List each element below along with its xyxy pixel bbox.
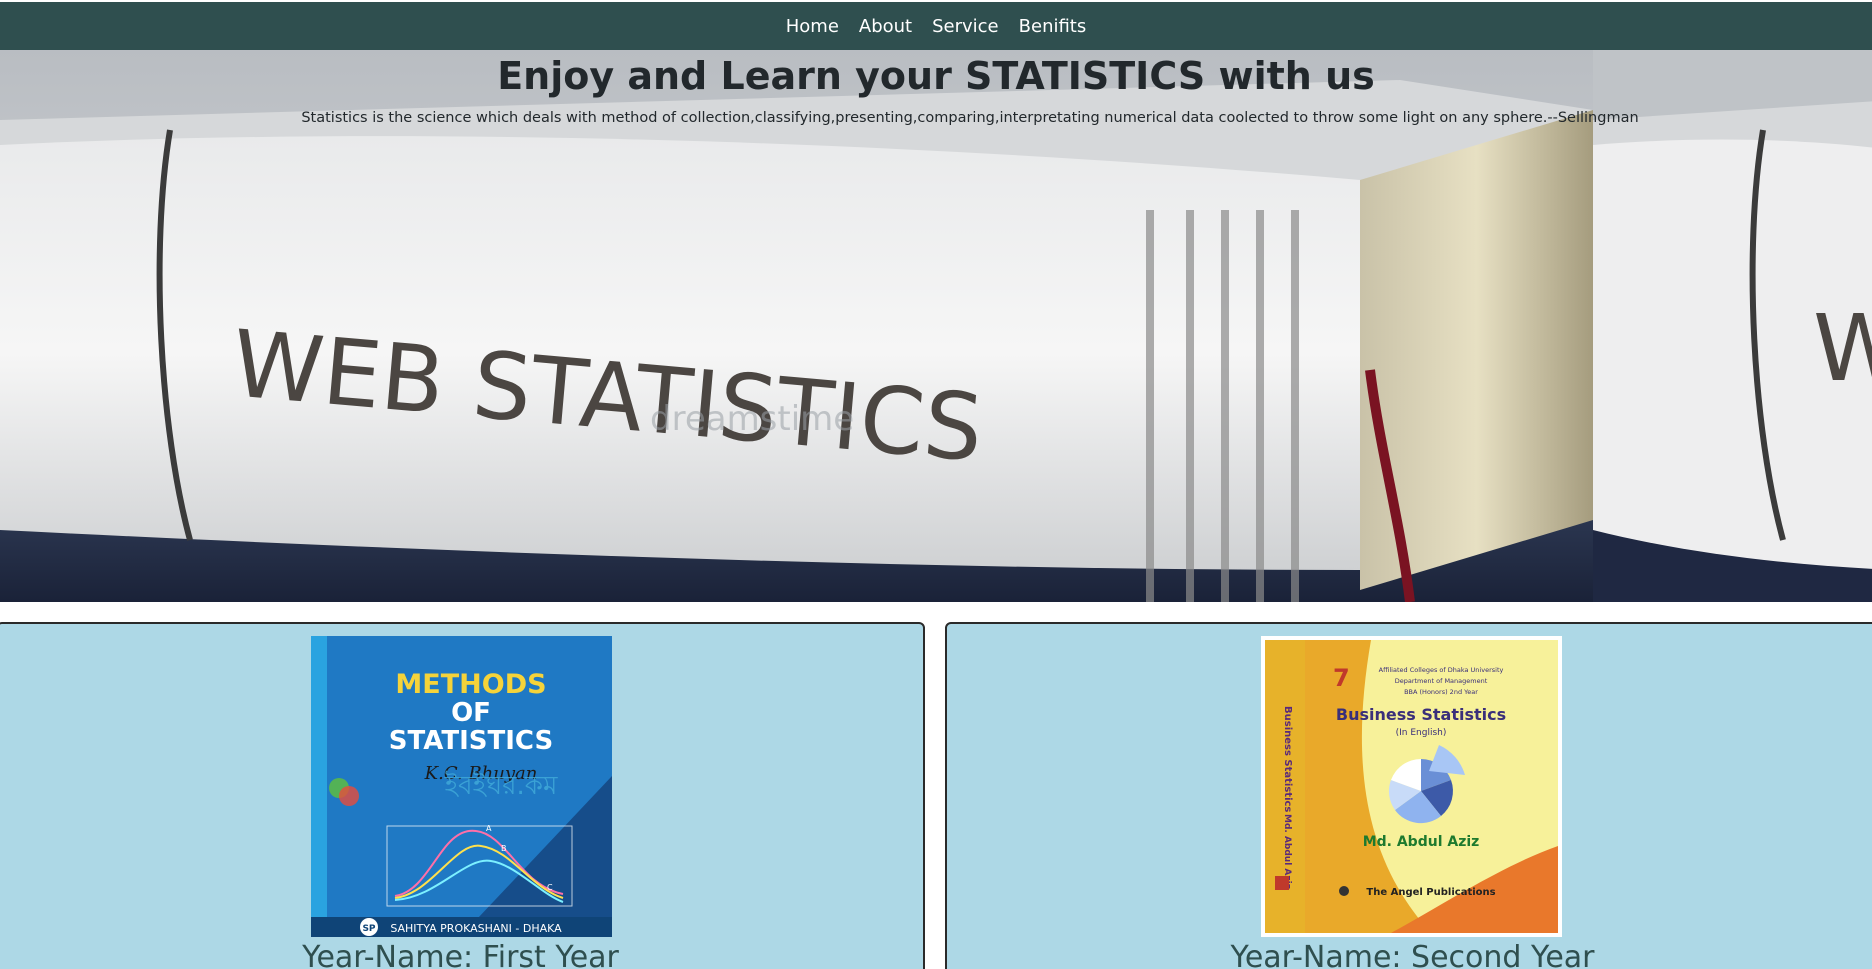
svg-text:ইবইঘর.কম: ইবইঘর.কম bbox=[444, 770, 558, 801]
watermark-text: dreamstime bbox=[650, 399, 854, 439]
year-name-label: Year-Name: First Year bbox=[302, 940, 619, 969]
nav-benifits-link[interactable]: Benifits bbox=[1019, 16, 1087, 37]
hero-book-image-repeat: W bbox=[1593, 50, 1872, 602]
svg-text:STATISTICS: STATISTICS bbox=[389, 726, 553, 756]
svg-text:7: 7 bbox=[1333, 664, 1350, 692]
hero-title: Enjoy and Learn your STATISTICS with us bbox=[497, 54, 1375, 98]
svg-text:SP: SP bbox=[362, 924, 375, 934]
year-card-first[interactable]: METHODS OF STATISTICS K.C. Bhuyan ইবইঘর.… bbox=[0, 622, 925, 969]
nav-about-link[interactable]: About bbox=[859, 16, 912, 37]
svg-text:W: W bbox=[1813, 295, 1872, 402]
nav-home-link[interactable]: Home bbox=[786, 16, 839, 37]
year-name-label: Year-Name: Second Year bbox=[1230, 940, 1595, 969]
book-cover-business-statistics: Business Statistics Md. Abdul Aziz 7 Aff… bbox=[1261, 636, 1562, 937]
svg-text:Business Statistics: Business Statistics bbox=[1282, 706, 1293, 812]
svg-text:Md. Abdul Aziz: Md. Abdul Aziz bbox=[1363, 834, 1480, 850]
svg-text:B: B bbox=[501, 844, 507, 853]
nav-service-link[interactable]: Service bbox=[932, 16, 999, 37]
book-cover-methods-of-statistics: METHODS OF STATISTICS K.C. Bhuyan ইবইঘর.… bbox=[311, 636, 612, 937]
svg-text:OF: OF bbox=[451, 698, 491, 728]
hero-book-image: WEB STATISTICS dreamstime bbox=[0, 50, 1593, 602]
svg-text:The Angel Publications: The Angel Publications bbox=[1366, 887, 1495, 898]
svg-text:A: A bbox=[486, 824, 492, 833]
top-navbar: Home About Service Benifits bbox=[0, 2, 1872, 50]
svg-text:METHODS: METHODS bbox=[395, 669, 546, 700]
svg-text:SAHITYA PROKASHANI - DHAKA: SAHITYA PROKASHANI - DHAKA bbox=[390, 922, 562, 935]
svg-text:Business Statistics: Business Statistics bbox=[1336, 705, 1506, 724]
svg-text:C: C bbox=[547, 883, 553, 892]
svg-text:BBA (Honors) 2nd Year: BBA (Honors) 2nd Year bbox=[1404, 688, 1478, 696]
svg-text:Affiliated Colleges of Dhaka U: Affiliated Colleges of Dhaka University bbox=[1379, 666, 1504, 674]
svg-text:Department of Management: Department of Management bbox=[1395, 677, 1488, 685]
year-card-second[interactable]: Business Statistics Md. Abdul Aziz 7 Aff… bbox=[945, 622, 1872, 969]
hero-banner: WEB STATISTICS dreamstime W Enjoy and Le… bbox=[0, 50, 1872, 602]
svg-text:(In English): (In English) bbox=[1396, 728, 1447, 738]
hero-quote: Statistics is the science which deals wi… bbox=[301, 110, 1639, 126]
